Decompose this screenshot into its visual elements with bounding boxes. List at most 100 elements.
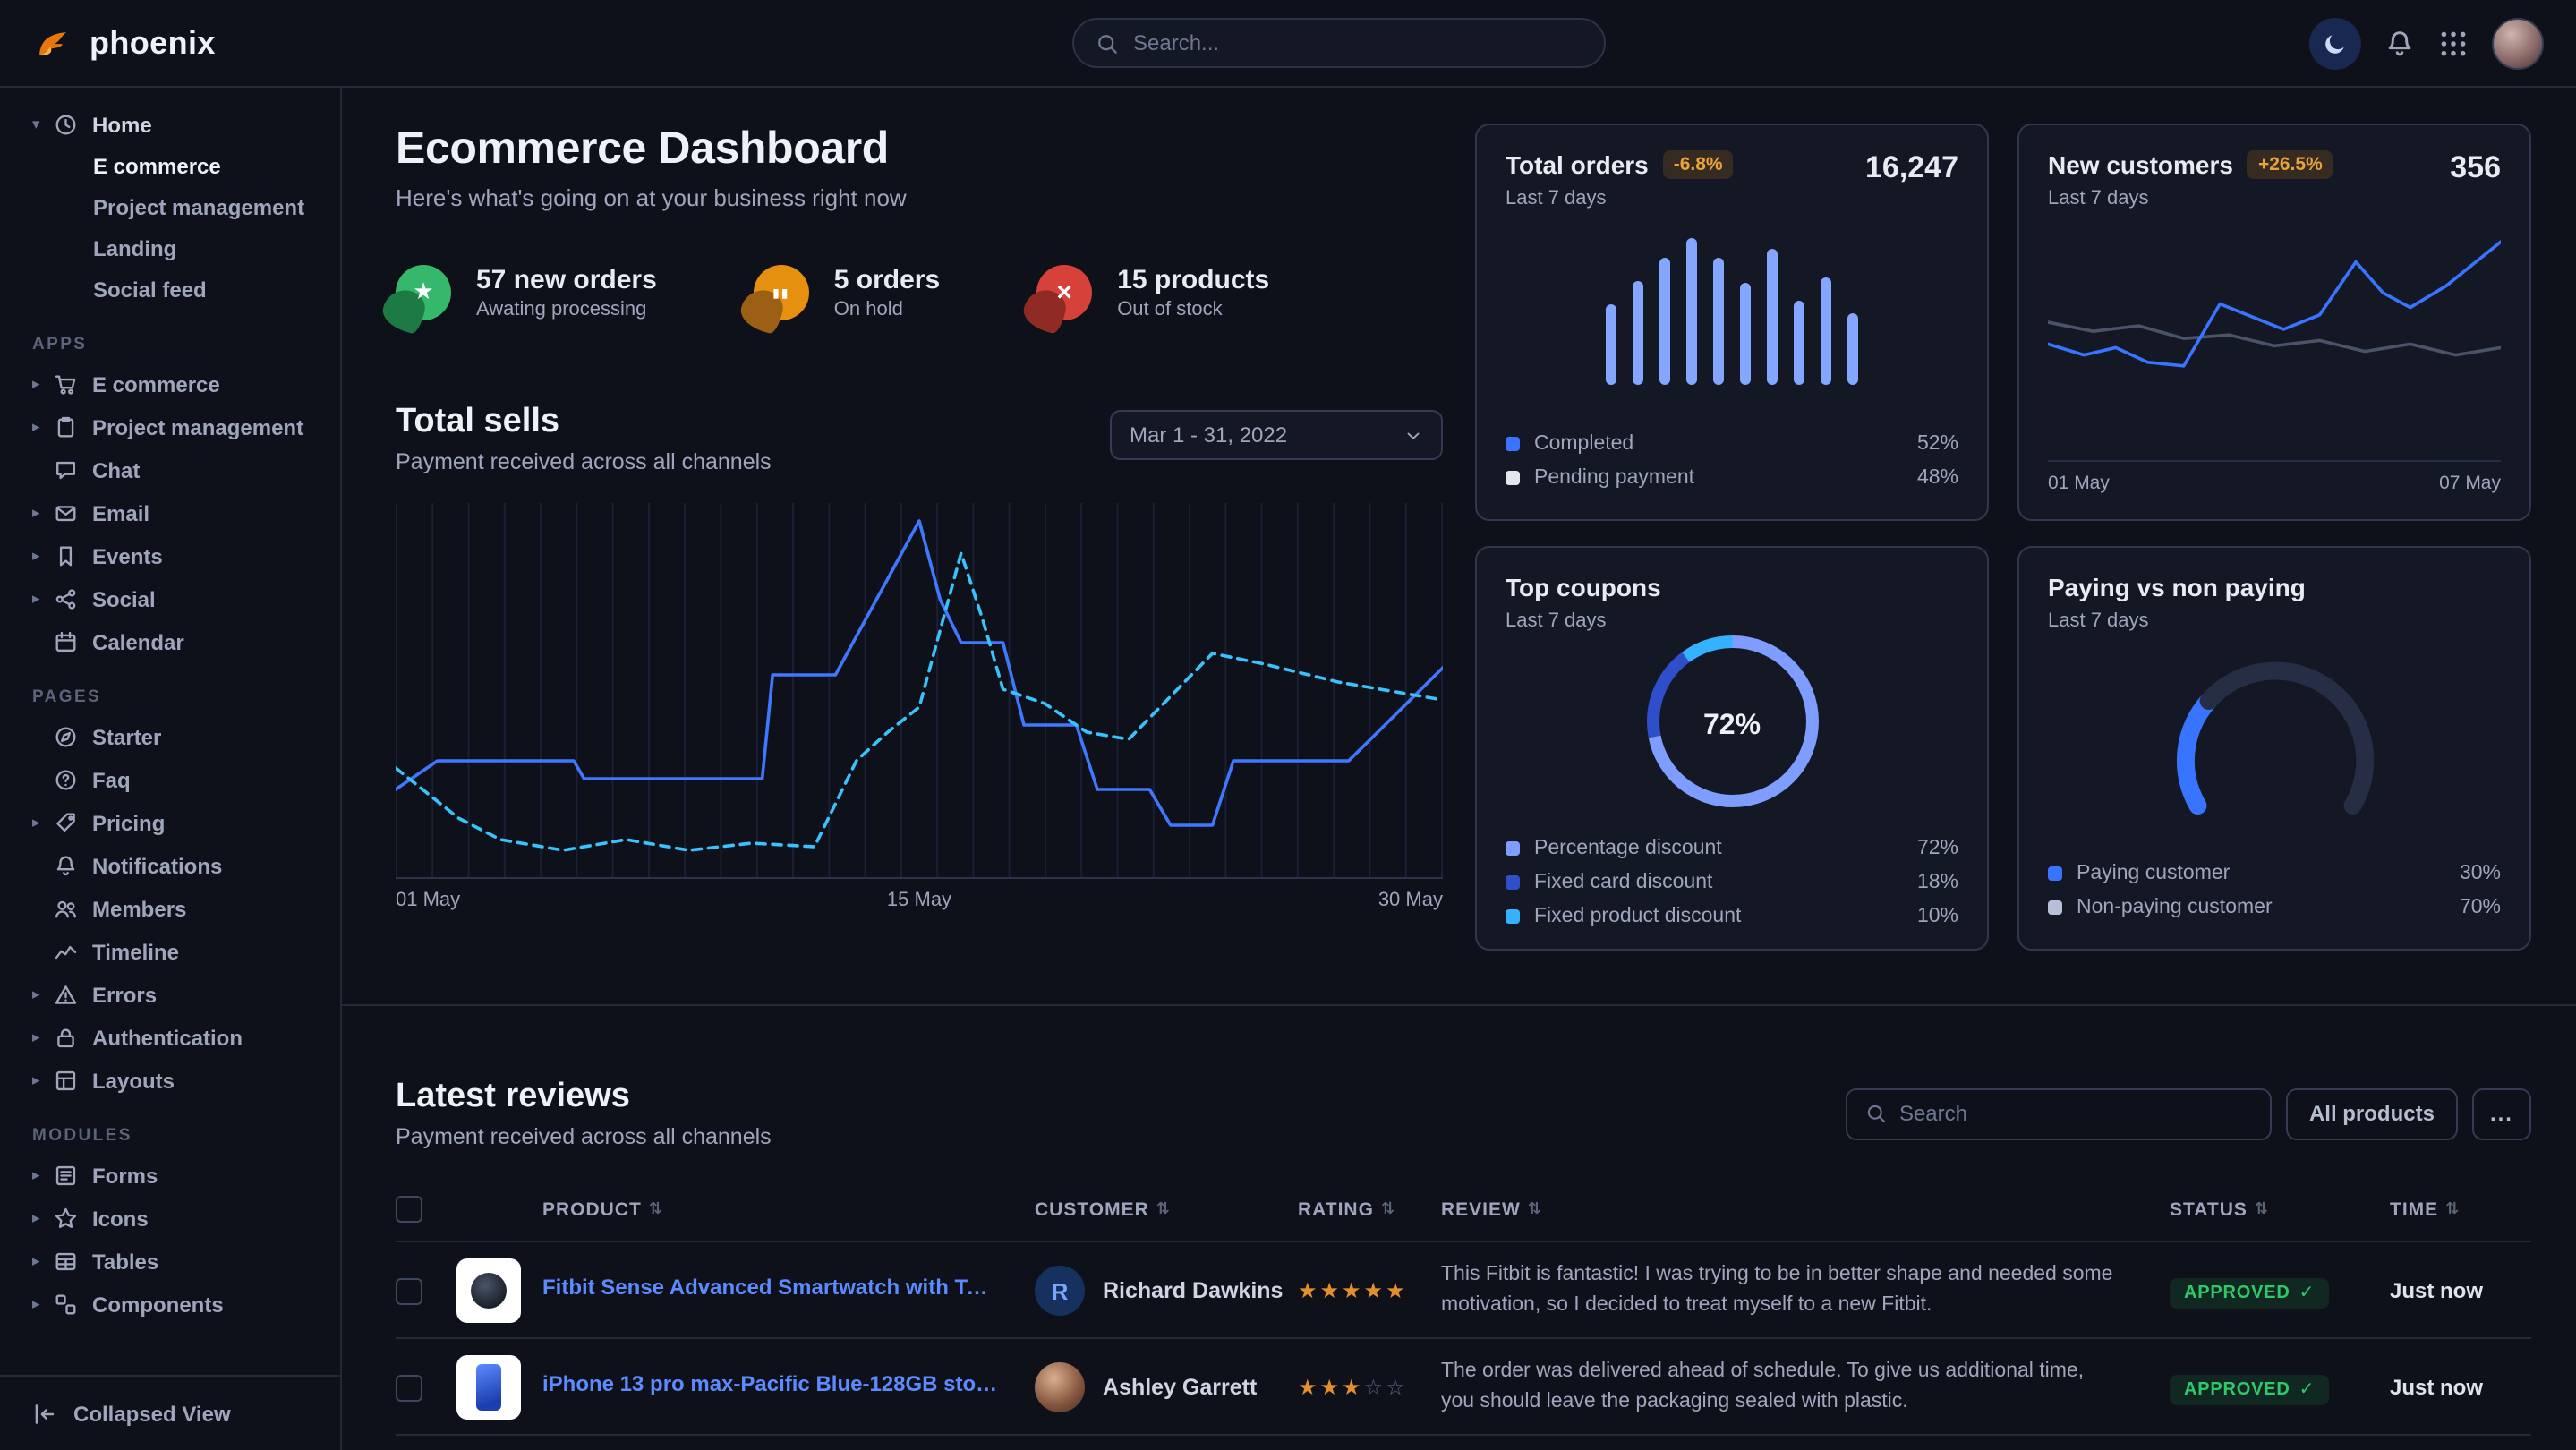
- navbar-search[interactable]: [1072, 18, 1606, 68]
- check-icon: ✓: [2299, 1283, 2316, 1302]
- legend-item-fixed-product-discount: Fixed product discount10%: [1506, 899, 1958, 933]
- collapsed-view-toggle[interactable]: Collapsed View: [0, 1375, 340, 1450]
- all-products-button[interactable]: All products: [2286, 1088, 2458, 1139]
- column-header-rating[interactable]: RATING⇅: [1298, 1198, 1441, 1220]
- date-range-value: Mar 1 - 31, 2022: [1130, 422, 1287, 448]
- table-header-row: PRODUCT⇅CUSTOMER⇅RATING⇅REVIEW⇅STATUS⇅TI…: [396, 1185, 2531, 1242]
- review-text: The order was delivered ahead of schedul…: [1441, 1357, 2170, 1419]
- row-checkbox[interactable]: [396, 1277, 456, 1304]
- review-row[interactable]: iPhone 13 pro max-Pacific Blue-128GB sto…: [396, 1339, 2531, 1436]
- column-header-customer[interactable]: CUSTOMER⇅: [1035, 1198, 1298, 1220]
- order-bar: [1767, 250, 1778, 385]
- legend-item-pending-payment: Pending payment48%: [1506, 460, 1958, 494]
- sidebar-item-chat[interactable]: Chat: [14, 449, 326, 492]
- sort-icon[interactable]: ⇅: [649, 1200, 663, 1218]
- legend-swatch: [2048, 866, 2062, 880]
- caret-right-icon: ▸: [32, 1167, 54, 1185]
- reviews-search[interactable]: [1846, 1088, 2272, 1139]
- select-all-checkbox[interactable]: [396, 1196, 456, 1223]
- user-avatar[interactable]: [2492, 17, 2544, 69]
- column-header-status[interactable]: STATUS⇅: [2170, 1198, 2390, 1220]
- sidebar-item-authentication[interactable]: ▸Authentication: [14, 1017, 326, 1060]
- column-header-review[interactable]: REVIEW⇅: [1441, 1198, 2170, 1220]
- sidebar-item-email[interactable]: ▸Email: [14, 492, 326, 535]
- sidebar-item-layouts[interactable]: ▸Layouts: [14, 1060, 326, 1103]
- clock-icon: [54, 114, 78, 138]
- sidebar-item-notifications[interactable]: Notifications: [14, 845, 326, 888]
- axis-label: 01 May: [396, 890, 460, 911]
- total-orders-card: Total orders -6.8% Last 7 days 16,247 Co…: [1475, 124, 1989, 521]
- brand-name: phoenix: [90, 24, 216, 62]
- column-header-time[interactable]: TIME⇅: [2390, 1198, 2531, 1220]
- legend-swatch: [1506, 908, 1520, 923]
- sidebar-item-pricing[interactable]: ▸Pricing: [14, 802, 326, 845]
- sort-icon[interactable]: ⇅: [1528, 1200, 1542, 1218]
- caret-right-icon: ▸: [32, 1029, 54, 1047]
- order-bar: [1713, 259, 1724, 385]
- sidebar-item-tables[interactable]: ▸Tables: [14, 1241, 326, 1284]
- sort-icon[interactable]: ⇅: [2445, 1200, 2460, 1218]
- apps-grid-button[interactable]: [2438, 28, 2469, 58]
- sidebar-nav: ▾HomeE commerceProject managementLanding…: [0, 104, 340, 1375]
- sidebar-item-e-commerce[interactable]: E commerce: [14, 147, 326, 188]
- sidebar-item-project-management[interactable]: Project management: [14, 188, 326, 229]
- sidebar-item-social[interactable]: ▸Social: [14, 578, 326, 621]
- date-range-select[interactable]: Mar 1 - 31, 2022: [1110, 410, 1443, 460]
- sidebar-item-events[interactable]: ▸Events: [14, 535, 326, 578]
- sidebar-item-icons[interactable]: ▸Icons: [14, 1198, 326, 1241]
- sidebar-item-faq[interactable]: Faq: [14, 759, 326, 802]
- theme-toggle-button[interactable]: [2309, 17, 2361, 69]
- caret-right-icon: ▸: [32, 1296, 54, 1314]
- sort-icon[interactable]: ⇅: [1381, 1200, 1395, 1218]
- brand[interactable]: phoenix: [32, 21, 216, 64]
- sidebar-item-components[interactable]: ▸Components: [14, 1284, 326, 1326]
- card-value: 356: [2450, 150, 2501, 186]
- sidebar-item-forms[interactable]: ▸Forms: [14, 1155, 326, 1198]
- check-icon: ✓: [2299, 1379, 2316, 1399]
- order-bar: [1847, 314, 1858, 385]
- sidebar-item-e-commerce[interactable]: ▸E commerce: [14, 363, 326, 406]
- table-icon: [54, 1250, 78, 1275]
- sort-icon[interactable]: ⇅: [2255, 1200, 2269, 1218]
- legend-item-non-paying-customer: Non-paying customer70%: [2048, 890, 2501, 924]
- sidebar-item-home[interactable]: ▾Home: [14, 104, 326, 147]
- legend-item-completed: Completed52%: [1506, 426, 1958, 460]
- notifications-button[interactable]: [2384, 28, 2415, 58]
- navbar-search-input[interactable]: [1133, 30, 1582, 55]
- axis-label: 01 May: [2048, 473, 2110, 494]
- orders-legend: Completed52%Pending payment48%: [1506, 412, 1958, 494]
- legend-swatch: [1506, 840, 1520, 855]
- share-icon: [54, 588, 78, 612]
- stat-awating-processing: ★57 new ordersAwating processing: [396, 265, 657, 320]
- row-checkbox[interactable]: [396, 1374, 456, 1401]
- card-period: Last 7 days: [2048, 188, 2333, 209]
- paying-legend: Paying customer30%Non-paying customer70%: [2048, 841, 2501, 924]
- sidebar-item-members[interactable]: Members: [14, 888, 326, 931]
- reviews-search-input[interactable]: [1899, 1101, 2252, 1126]
- sidebar-item-errors[interactable]: ▸Errors: [14, 974, 326, 1017]
- column-header-product[interactable]: PRODUCT⇅: [542, 1198, 1035, 1220]
- stat-out-of-stock: ×15 productsOut of stock: [1036, 265, 1269, 320]
- stat-value: 5 orders: [834, 265, 940, 295]
- sidebar-item-social-feed[interactable]: Social feed: [14, 270, 326, 311]
- card-title: Total orders: [1506, 150, 1649, 179]
- latest-reviews-section: Latest reviews Payment received across a…: [396, 1078, 2531, 1450]
- review-row[interactable]: Fitbit Sense Advanced Smartwatch with To…: [396, 1242, 2531, 1339]
- sidebar-item-starter[interactable]: Starter: [14, 716, 326, 759]
- sidebar-item-project-management[interactable]: ▸Project management: [14, 406, 326, 449]
- review-row[interactable]: [396, 1436, 2531, 1450]
- sidebar-item-timeline[interactable]: Timeline: [14, 931, 326, 974]
- card-title: New customers: [2048, 150, 2233, 179]
- pause-icon: ▮▮: [754, 265, 809, 320]
- sidebar-item-calendar[interactable]: Calendar: [14, 621, 326, 664]
- product-link[interactable]: iPhone 13 pro max-Pacific Blue-128GB sto…: [542, 1370, 999, 1395]
- customer-cell: RRichard Dawkins: [1035, 1266, 1298, 1316]
- legend-swatch: [1506, 436, 1520, 450]
- more-options-button[interactable]: ...: [2472, 1088, 2531, 1139]
- status-badge: APPROVED✓: [2170, 1374, 2329, 1404]
- legend-swatch: [1506, 874, 1520, 889]
- sort-icon[interactable]: ⇅: [1156, 1200, 1171, 1218]
- product-link[interactable]: Fitbit Sense Advanced Smartwatch with To…: [542, 1274, 999, 1299]
- paying-vs-non-paying-card: Paying vs non paying Last 7 days Paying …: [2017, 546, 2531, 951]
- sidebar-item-landing[interactable]: Landing: [14, 229, 326, 270]
